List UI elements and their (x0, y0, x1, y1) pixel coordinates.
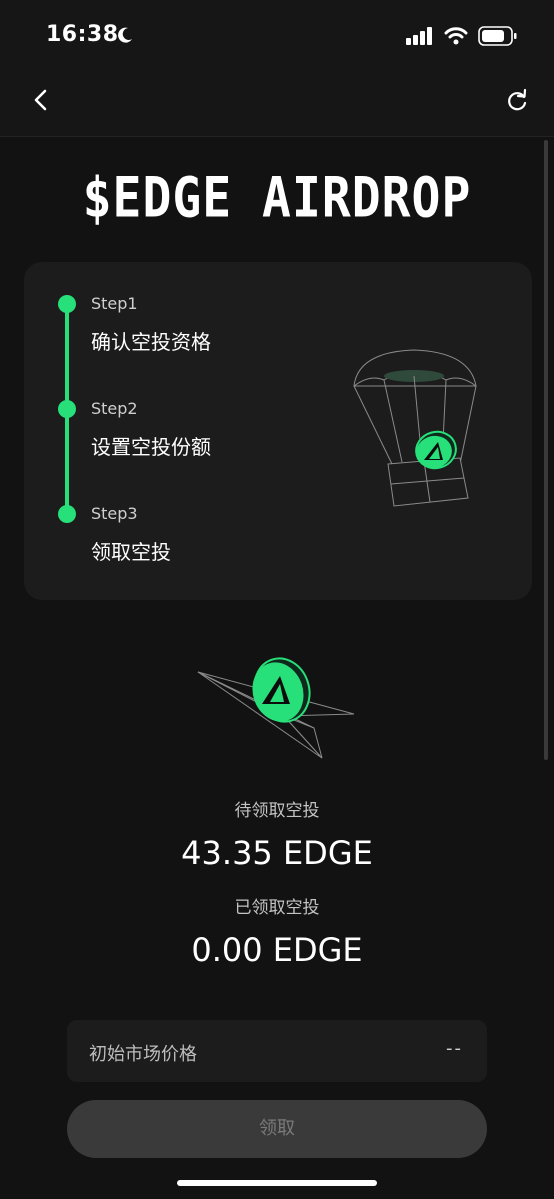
step1-dot (58, 295, 76, 313)
paper-plane-illustration (197, 657, 355, 759)
pending-airdrop-amount: 43.35 EDGE (181, 834, 373, 872)
step3-dot (58, 505, 76, 523)
status-icons (406, 26, 518, 46)
home-indicator[interactable] (177, 1180, 377, 1186)
step3-number: Step3 (91, 504, 138, 523)
step2-label: 设置空投份额 (91, 435, 211, 459)
scrollbar[interactable] (544, 140, 548, 760)
cellular-signal-icon (406, 27, 432, 45)
status-bar: 16:38 (0, 0, 554, 70)
initial-price-row: 初始市场价格 -- (67, 1020, 487, 1082)
initial-price-value: -- (446, 1038, 463, 1059)
step2-dot (58, 400, 76, 418)
claim-button[interactable]: 领取 (67, 1100, 487, 1158)
pending-airdrop-label: 待领取空投 (234, 801, 320, 821)
nav-bar (0, 70, 554, 137)
chevron-left-icon[interactable] (26, 86, 56, 116)
claimed-airdrop-label: 已领取空投 (234, 898, 320, 918)
moon-icon (118, 27, 132, 43)
step2-number: Step2 (91, 399, 138, 418)
parachute-illustration (353, 349, 477, 507)
wifi-icon (444, 27, 468, 45)
page-title: $EDGE AIRDROP (82, 165, 472, 231)
step3-label: 领取空投 (91, 540, 171, 564)
battery-icon (478, 26, 517, 46)
initial-price-label: 初始市场价格 (89, 1044, 197, 1065)
status-time: 16:38 (46, 22, 119, 47)
steps-card: Step1 确认空投资格 Step2 设置空投份额 Step3 领取空投 (24, 262, 532, 600)
step1-number: Step1 (91, 294, 138, 313)
step1-label: 确认空投资格 (91, 330, 211, 354)
refresh-icon[interactable] (502, 86, 532, 116)
claimed-airdrop-amount: 0.00 EDGE (191, 931, 363, 969)
